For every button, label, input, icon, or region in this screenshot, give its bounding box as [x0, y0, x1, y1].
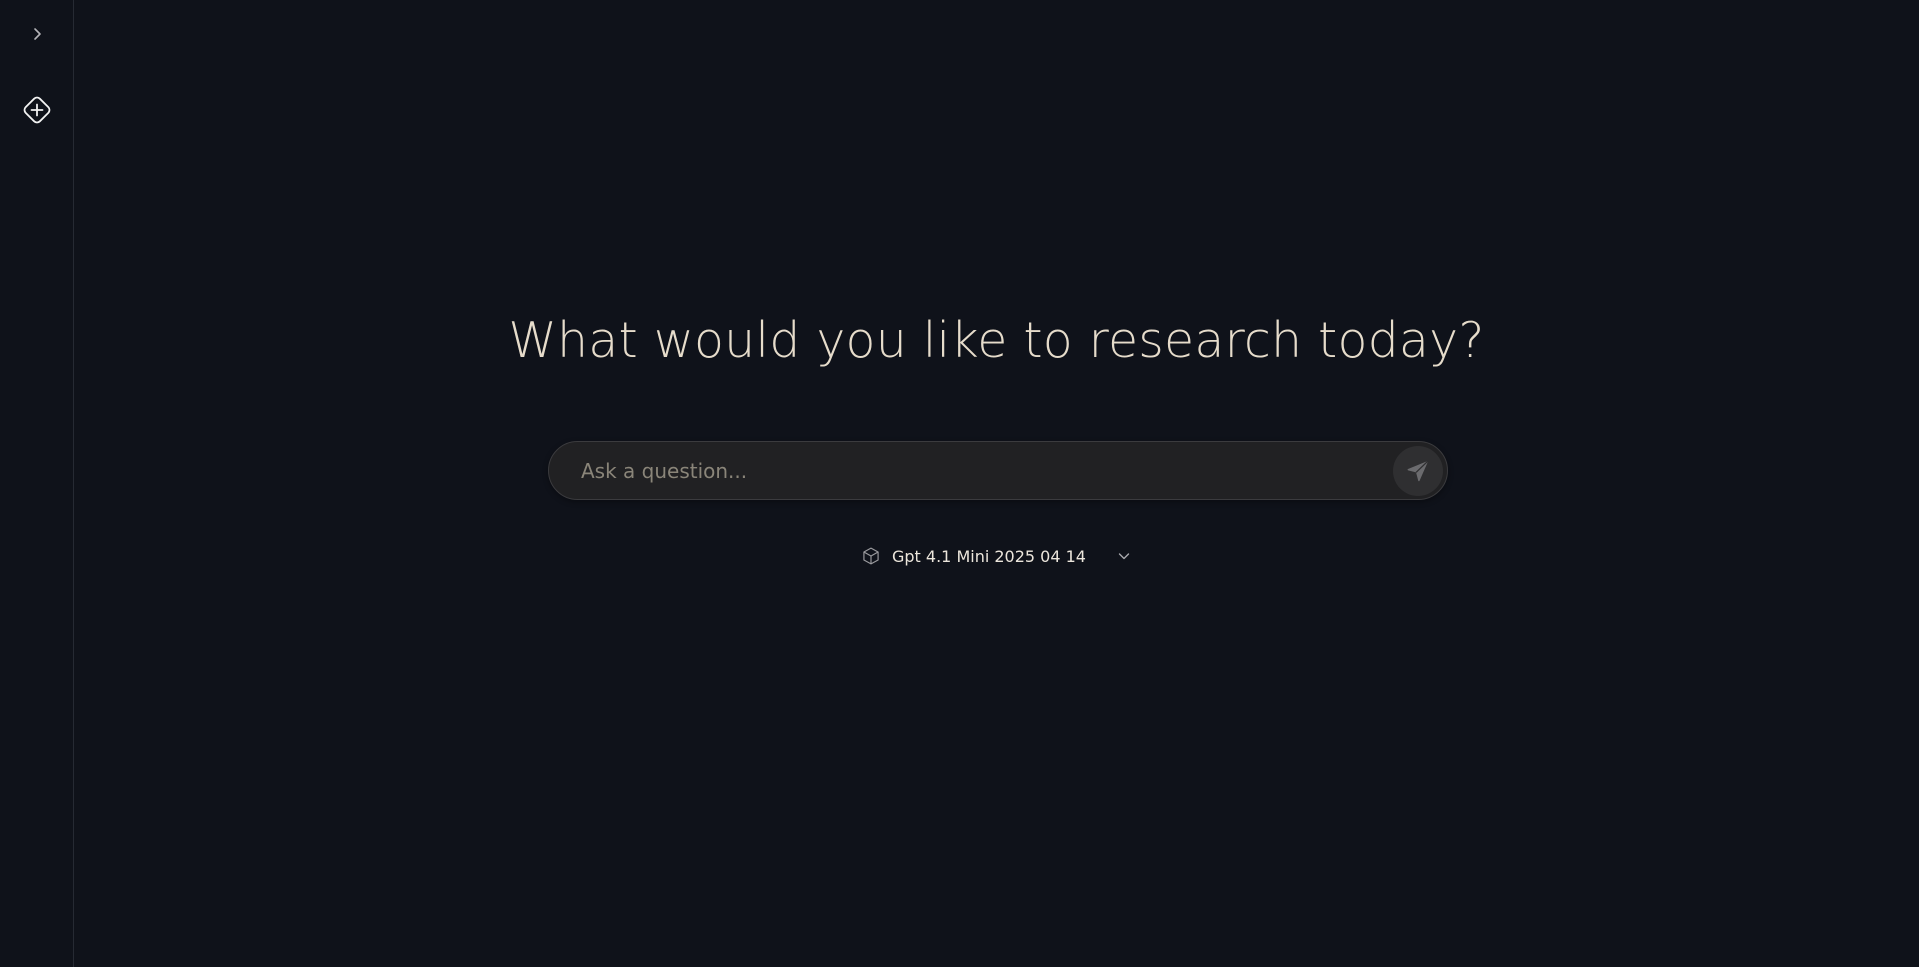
search-bar: [548, 441, 1448, 500]
chevron-down-icon: [1116, 548, 1132, 564]
sidebar-toggle-button[interactable]: [23, 20, 51, 48]
chevron-right-icon: [34, 28, 41, 40]
plus-diamond-icon: [23, 96, 51, 124]
main-panel: What would you like to research today? G…: [74, 0, 1919, 967]
page-title: What would you like to research today?: [508, 312, 1485, 369]
app-window: What would you like to research today? G…: [0, 0, 1919, 967]
new-chat-button[interactable]: [19, 92, 55, 128]
send-icon: [1407, 459, 1429, 481]
cube-icon: [860, 545, 882, 567]
search-input[interactable]: [549, 441, 1393, 500]
model-selector[interactable]: Gpt 4.1 Mini 2025 04 14: [860, 543, 1132, 569]
sidebar: [0, 0, 74, 967]
send-button[interactable]: [1393, 445, 1443, 496]
model-selected-label: Gpt 4.1 Mini 2025 04 14: [892, 546, 1086, 566]
